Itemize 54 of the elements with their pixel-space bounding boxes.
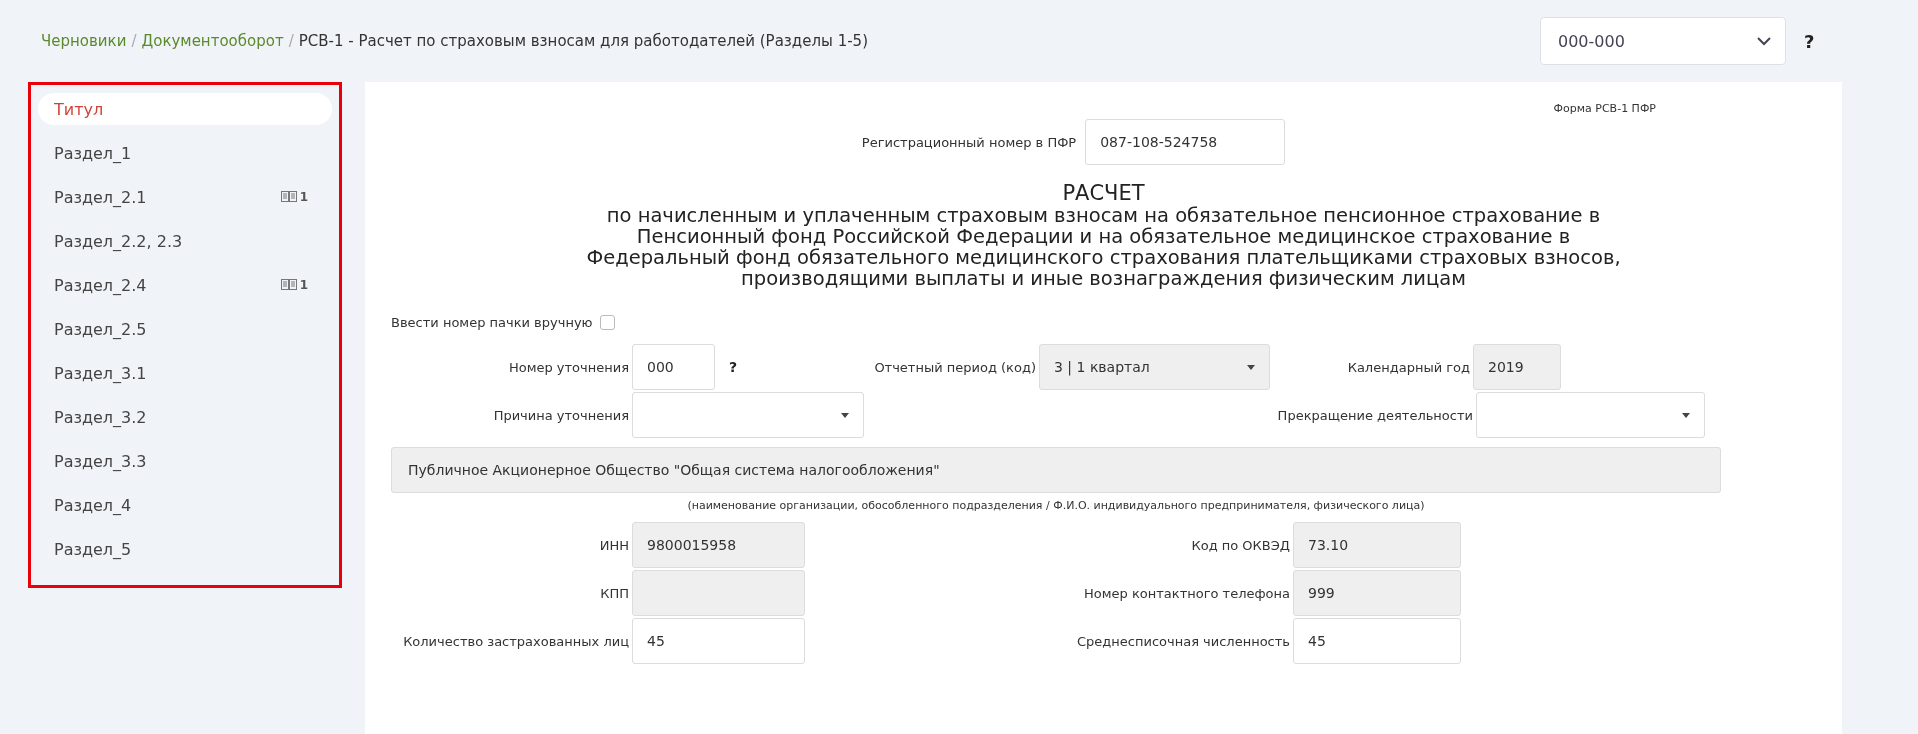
input-field[interactable]: 087-108-524758: [1085, 119, 1286, 165]
document-subtitle: по начисленным и уплаченным страховым взносам на обязательное пенсионное страхование в: [605, 205, 1602, 226]
book-icon: [280, 191, 297, 203]
document-subtitle: Пенсионный фонд Российской Федерации и на обязательное медицинское страхование в: [635, 226, 1571, 247]
sidebar-item[interactable]: Титул: [38, 93, 332, 125]
sidebar-item[interactable]: Раздел_3.2: [38, 395, 332, 439]
sidebar-item[interactable]: Раздел_2.2, 2.3: [38, 219, 332, 263]
input-field[interactable]: 45: [1293, 618, 1461, 664]
field-label: Регистрационный номер в ПФР: [861, 134, 1078, 150]
sidebar-item[interactable]: Раздел_2.4 1: [38, 263, 332, 307]
field-label: Код по ОКВЭД: [1190, 537, 1291, 553]
field-caption: (наименование организации, обособленного подразделения / Ф.И.О. индивидуального предпринимателя, физического лица): [686, 499, 1426, 512]
document-subtitle: Федеральный фонд обязательного медицинского страхования плательщиками страховых взносов,: [585, 247, 1622, 268]
field-label: Отчетный период (код): [873, 359, 1037, 375]
input-field[interactable]: 45: [632, 618, 805, 664]
document-title: РАСЧЕТ: [1061, 181, 1146, 205]
breadcrumb-separator: /: [288, 32, 294, 50]
field-label: Прекращение деятельности: [1276, 407, 1474, 423]
field-label: Количество застрахованных лиц: [402, 633, 630, 649]
sidebar-item[interactable]: Раздел_3.1: [38, 351, 332, 395]
form-name: Форма РСВ-1 ПФР: [1553, 102, 1656, 115]
caret-icon: [841, 412, 849, 418]
count-label: 1: [299, 278, 308, 292]
book-icon: [280, 279, 297, 291]
select-field[interactable]: [1476, 392, 1705, 438]
sidebar-item[interactable]: Раздел_3.3: [38, 439, 332, 483]
sidebar-item[interactable]: Раздел_2.5: [38, 307, 332, 351]
field-label: Номер уточнения: [507, 359, 630, 375]
help-icon[interactable]: ?: [729, 359, 749, 375]
caret-icon: [1682, 412, 1690, 418]
field-label: Среднесписочная численность: [1075, 633, 1291, 649]
count-label: 1: [299, 190, 308, 204]
field-label: Номер контактного телефона: [1083, 585, 1291, 601]
version-select[interactable]: 000-000: [1540, 17, 1786, 65]
document-subtitle: производящими выплаты и иные вознаграждения физическим лицам: [741, 268, 1466, 289]
select-field[interactable]: [632, 392, 864, 438]
breadcrumb-link[interactable]: Документооборот: [141, 32, 284, 50]
sidebar-item[interactable]: Раздел_4: [38, 483, 332, 527]
field-label: Календарный год: [1346, 359, 1471, 375]
checkbox-label: Ввести номер пачки вручную: [391, 315, 594, 330]
caret-icon: [1247, 364, 1255, 370]
sidebar-item[interactable]: Раздел_1: [38, 131, 332, 175]
breadcrumb-current: РСВ-1 - Расчет по страховым взносам для работодателей (Разделы 1-5): [298, 32, 868, 50]
sidebar-item[interactable]: Раздел_5: [38, 527, 332, 571]
chevron-down-icon: [1757, 36, 1771, 46]
help-icon[interactable]: ?: [1804, 30, 1815, 52]
sidebar-item[interactable]: Раздел_2.1 1: [38, 175, 332, 219]
checkbox[interactable]: [599, 315, 615, 330]
input-field[interactable]: 000: [632, 344, 715, 390]
breadcrumb-link[interactable]: Черновики: [41, 32, 127, 50]
field-label: ИНН: [598, 537, 630, 553]
field-label: Причина уточнения: [492, 407, 630, 423]
breadcrumb-separator: /: [131, 32, 137, 50]
field-label: КПП: [599, 585, 630, 601]
